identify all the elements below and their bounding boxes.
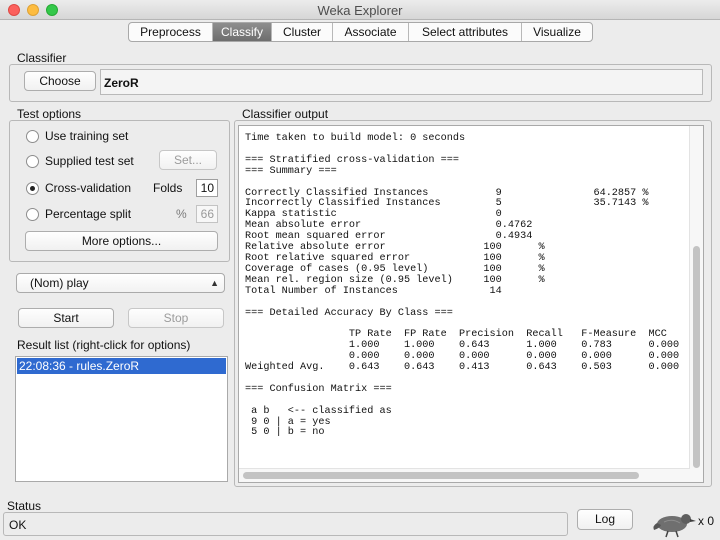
tab-select-attributes[interactable]: Select attributes	[409, 23, 522, 41]
use-training-set-option[interactable]: Use training set	[26, 127, 128, 145]
tab-classify[interactable]: Classify	[213, 23, 272, 41]
start-button[interactable]: Start	[18, 308, 114, 328]
percentage-split-option[interactable]: Percentage split	[26, 205, 131, 223]
result-list[interactable]: 22:08:36 - rules.ZeroR	[15, 356, 228, 482]
use-training-set-radio[interactable]	[26, 129, 39, 143]
percent-symbol: %	[176, 207, 187, 221]
result-list-label: Result list (right-click for options)	[17, 338, 191, 352]
classifier-group-label: Classifier	[17, 51, 67, 65]
tab-associate[interactable]: Associate	[333, 23, 409, 41]
task-count: x 0	[698, 514, 715, 528]
folds-input[interactable]: 10	[196, 179, 218, 197]
classifier-output-label: Classifier output	[242, 107, 329, 121]
stop-button[interactable]: Stop	[128, 308, 224, 328]
window-title: Weka Explorer	[317, 3, 403, 18]
test-options-label: Test options	[17, 107, 82, 121]
vertical-scroll-thumb[interactable]	[693, 246, 700, 468]
updown-arrows-icon: ▲	[210, 278, 219, 288]
percentage-split-label: Percentage split	[45, 207, 132, 221]
tab-cluster[interactable]: Cluster	[272, 23, 333, 41]
choose-classifier-button[interactable]: Choose	[24, 71, 96, 91]
title-bar: Weka Explorer	[0, 0, 720, 20]
cross-validation-label: Cross-validation	[45, 181, 132, 195]
horizontal-scroll-thumb[interactable]	[243, 472, 639, 479]
supplied-test-set-radio[interactable]	[26, 154, 39, 168]
class-attribute-select[interactable]: (Nom) play ▲	[16, 273, 225, 293]
more-options-button[interactable]: More options...	[25, 231, 218, 251]
supplied-test-set-option[interactable]: Supplied test set	[26, 152, 134, 170]
tab-bar: Preprocess Classify Cluster Associate Se…	[128, 22, 593, 42]
use-training-set-label: Use training set	[45, 129, 129, 143]
status-label: Status	[7, 499, 42, 513]
status-text: OK	[9, 518, 27, 532]
classifier-name-field[interactable]: ZeroR	[100, 69, 703, 95]
classifier-name: ZeroR	[104, 76, 139, 90]
tab-preprocess[interactable]: Preprocess	[129, 23, 213, 41]
class-attribute-value: (Nom) play	[30, 276, 89, 290]
folds-label: Folds	[153, 181, 183, 195]
supplied-test-set-label: Supplied test set	[45, 154, 134, 168]
set-test-set-button[interactable]: Set...	[159, 150, 217, 170]
result-list-item[interactable]: 22:08:36 - rules.ZeroR	[17, 358, 226, 374]
log-button[interactable]: Log	[577, 509, 633, 530]
weka-bird-icon	[653, 514, 696, 538]
tab-visualize[interactable]: Visualize	[522, 23, 592, 41]
output-vertical-scrollbar[interactable]	[689, 126, 703, 482]
classifier-output-text: Time taken to build model: 0 seconds ===…	[245, 133, 680, 439]
output-horizontal-scrollbar[interactable]	[239, 468, 690, 482]
classifier-output-area[interactable]: Time taken to build model: 0 seconds ===…	[238, 125, 704, 483]
status-panel: OK	[3, 512, 568, 536]
percentage-split-radio[interactable]	[26, 207, 39, 221]
percentage-input[interactable]: 66	[196, 205, 218, 223]
cross-validation-radio[interactable]	[26, 181, 39, 195]
cross-validation-option[interactable]: Cross-validation	[26, 179, 131, 197]
